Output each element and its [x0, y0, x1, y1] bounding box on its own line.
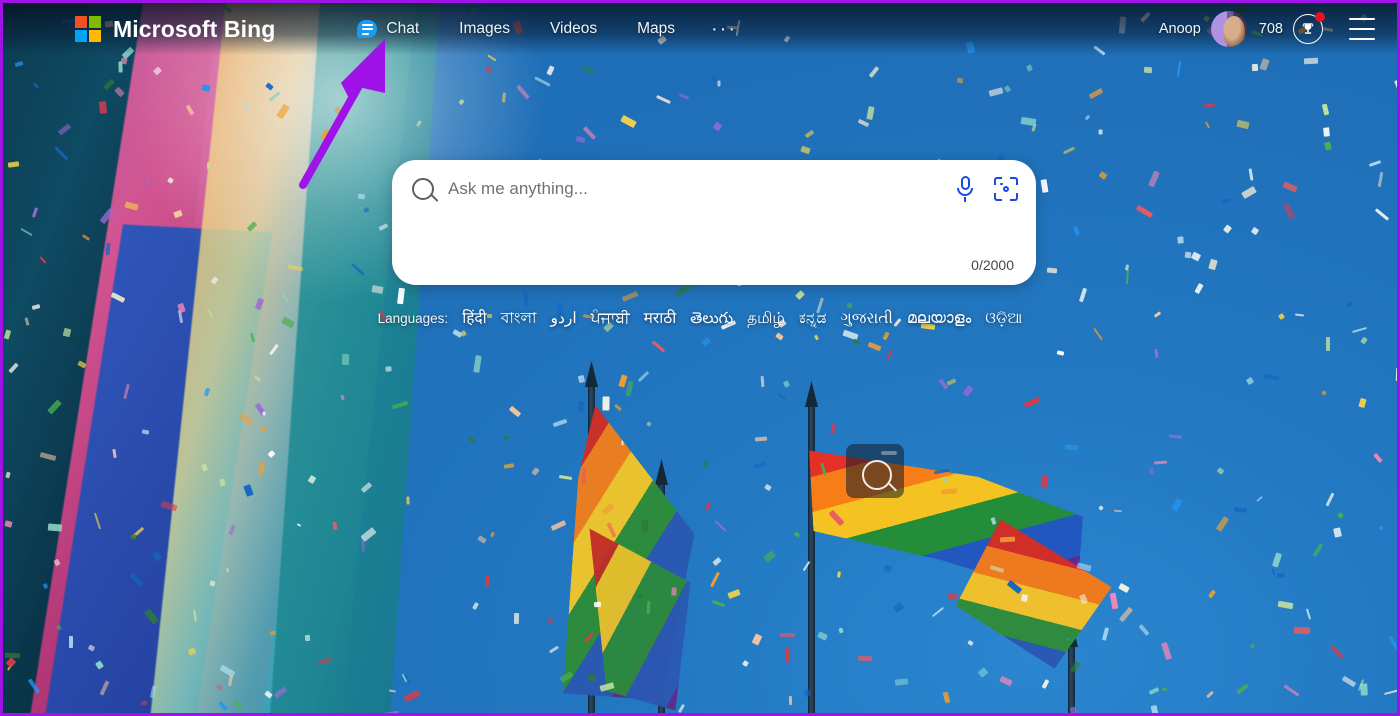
- visual-search-lens-icon[interactable]: [994, 177, 1018, 201]
- nav-item-chat-label: Chat: [386, 20, 420, 37]
- nav-item-images-label: Images: [459, 20, 510, 37]
- search-action-icons: [954, 176, 1018, 202]
- brand-logo-area[interactable]: Microsoft Bing: [75, 16, 275, 43]
- language-link-kannada[interactable]: ಕನ್ನಡ: [799, 310, 827, 328]
- language-link-hindi[interactable]: हिंदी: [462, 306, 487, 328]
- language-link-telugu[interactable]: తెలుగు: [690, 310, 733, 331]
- microsoft-squares-logo-icon: [75, 16, 101, 42]
- visual-search-magnifier-icon: [862, 460, 892, 490]
- more-ellipsis-icon: ···: [711, 17, 737, 40]
- language-link-punjabi[interactable]: ਪੰਜਾਬੀ: [591, 310, 630, 328]
- languages-label: Languages:: [377, 311, 449, 326]
- search-magnifier-icon: [412, 178, 434, 200]
- visual-search-badge-bar: [881, 451, 897, 455]
- primary-nav: Chat Images Videos Maps ···: [337, 3, 753, 55]
- visual-search-hover-icon[interactable]: [846, 444, 904, 498]
- nav-item-maps[interactable]: Maps: [617, 3, 695, 55]
- bing-homepage: Microsoft Bing Chat Images Videos Maps ·…: [0, 0, 1400, 716]
- search-box[interactable]: 0/2000: [392, 160, 1036, 285]
- search-input-row: [392, 160, 1036, 218]
- language-link-tamil[interactable]: தமிழ்: [747, 310, 785, 329]
- rewards-area[interactable]: 708: [1258, 12, 1325, 44]
- language-link-urdu[interactable]: اردو: [551, 309, 577, 328]
- background-image-pride-flags-confetti: [3, 3, 1397, 713]
- chat-bubble-icon: [357, 20, 378, 38]
- hamburger-menu-icon[interactable]: [1349, 18, 1375, 40]
- language-link-bengali[interactable]: বাংলা: [501, 306, 537, 332]
- search-input[interactable]: [448, 179, 954, 199]
- header-account-area: Anoop 708: [1159, 3, 1397, 55]
- language-link-malayalam[interactable]: മലയാളം: [907, 310, 971, 328]
- flagpole-far-right: [1068, 643, 1075, 713]
- nav-item-images[interactable]: Images: [439, 3, 530, 55]
- nav-item-maps-label: Maps: [637, 20, 676, 37]
- user-name[interactable]: Anoop: [1159, 21, 1201, 37]
- language-link-gujarati[interactable]: ગુજરાતી: [840, 310, 893, 328]
- character-counter: 0/2000: [971, 257, 1014, 273]
- nav-item-videos[interactable]: Videos: [530, 3, 617, 55]
- site-header: Microsoft Bing Chat Images Videos Maps ·…: [3, 3, 1397, 55]
- nav-item-chat[interactable]: Chat: [337, 3, 439, 55]
- notification-dot: [1315, 12, 1325, 22]
- brand-name: Microsoft Bing: [113, 15, 276, 42]
- languages-row: Languages: हिंदी বাংলা اردو ਪੰਜਾਬੀ मराठी…: [3, 306, 1397, 332]
- nav-item-more[interactable]: ···: [695, 3, 753, 55]
- language-link-odia[interactable]: ଓଡ଼ିଆ: [985, 310, 1022, 328]
- avatar[interactable]: [1210, 11, 1247, 47]
- rewards-points: 708: [1258, 21, 1283, 37]
- nav-item-videos-label: Videos: [549, 20, 598, 37]
- rewards-trophy-icon[interactable]: [1293, 12, 1325, 44]
- microphone-icon[interactable]: [954, 176, 976, 202]
- flagpole-right: [808, 403, 815, 713]
- language-link-marathi[interactable]: मराठी: [644, 306, 677, 328]
